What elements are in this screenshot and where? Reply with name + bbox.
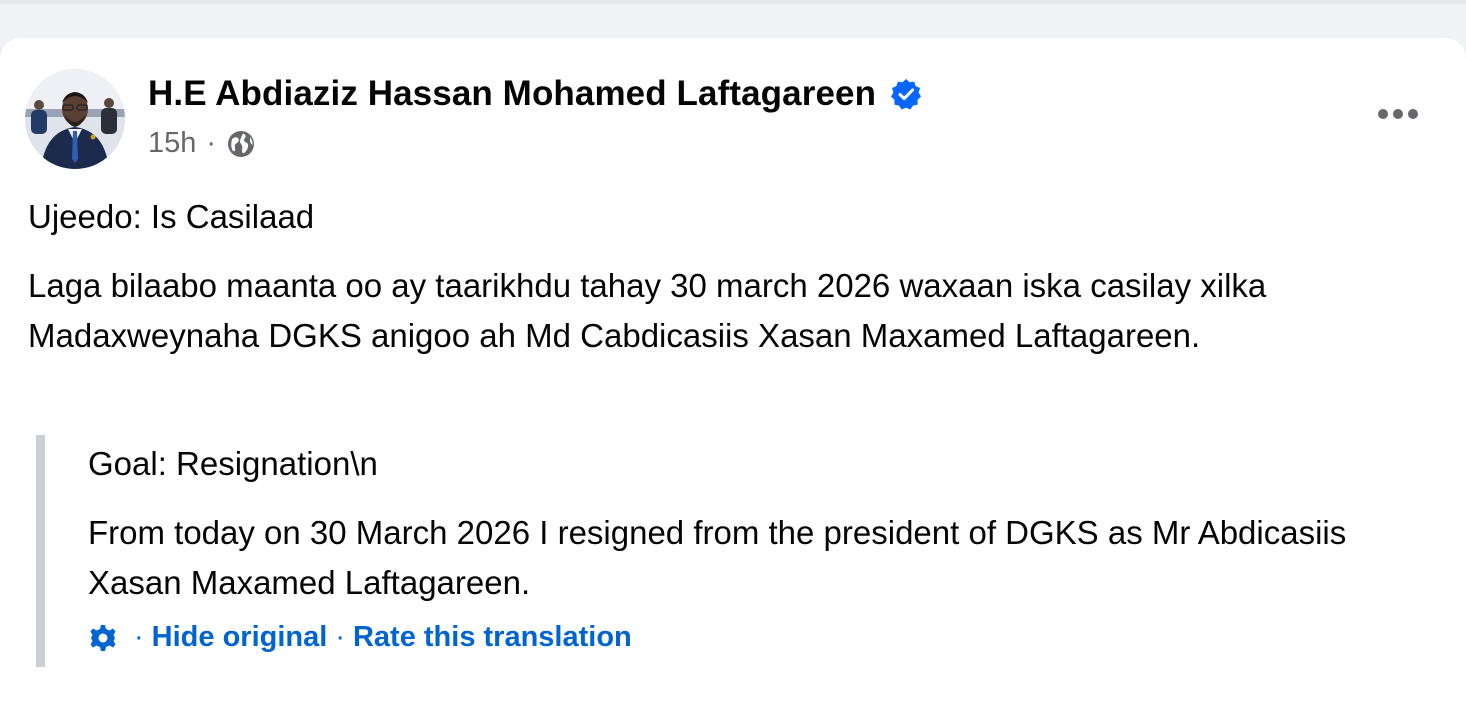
translation-body: Goal: Resignation\n From today on 30 Mar…	[88, 439, 1408, 608]
author-header: H.E Abdiaziz Hassan Mohamed Laftagareen	[148, 74, 922, 114]
rate-translation-link[interactable]: Rate this translation	[353, 621, 632, 654]
translation-message: From today on 30 March 2026 I resigned f…	[88, 514, 1347, 601]
verified-badge-icon	[890, 78, 922, 110]
author-name[interactable]: H.E Abdiaziz Hassan Mohamed Laftagareen	[148, 74, 876, 114]
footer-separator: ·	[335, 621, 345, 653]
meta-separator: ·	[206, 127, 217, 159]
post-meta: 15h ·	[148, 127, 256, 160]
post-message: Laga bilaabo maanta oo ay taarikhdu taha…	[28, 267, 1267, 354]
author-avatar[interactable]	[25, 69, 125, 169]
post-timestamp[interactable]: 15h	[148, 127, 196, 160]
translation-block: Goal: Resignation\n From today on 30 Mar…	[36, 435, 1425, 667]
feed-top-divider	[0, 0, 1466, 4]
translation-subject: Goal: Resignation\n	[88, 445, 378, 482]
avatar-photo-icon	[25, 69, 125, 169]
post-card: H.E Abdiaziz Hassan Mohamed Laftagareen …	[0, 38, 1466, 718]
translation-footer: · Hide original · Rate this translation	[88, 621, 632, 654]
more-options-button[interactable]	[1370, 94, 1426, 134]
footer-separator: ·	[134, 621, 144, 653]
gear-icon[interactable]	[88, 623, 118, 653]
post-subject: Ujeedo: Is Casilaad	[28, 198, 315, 235]
globe-icon[interactable]	[226, 129, 256, 159]
hide-original-link[interactable]: Hide original	[152, 621, 328, 654]
more-options-icon	[1393, 109, 1403, 119]
post-body: Ujeedo: Is Casilaad Laga bilaabo maanta …	[28, 192, 1428, 361]
more-options-icon	[1408, 109, 1418, 119]
more-options-icon	[1378, 109, 1388, 119]
